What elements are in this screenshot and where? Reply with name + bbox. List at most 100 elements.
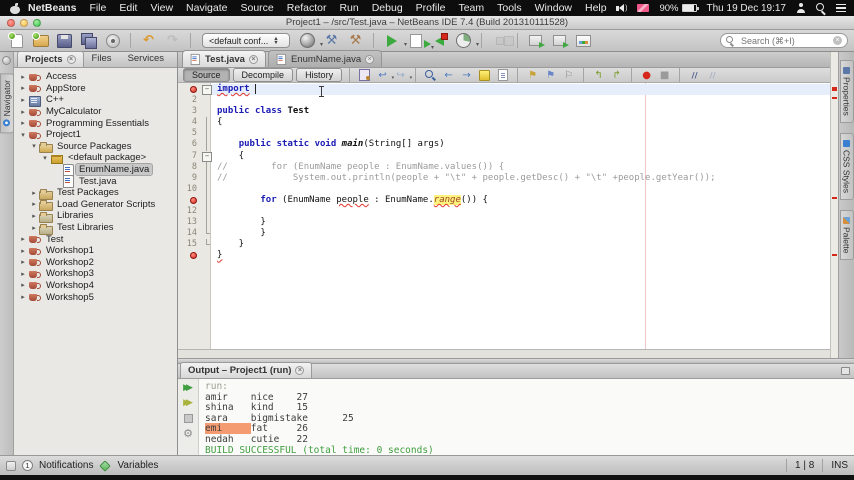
undo-button[interactable]: ↶ xyxy=(138,31,159,50)
tree-item-appstore[interactable]: ▸ AppStore xyxy=(14,83,177,95)
close-icon[interactable]: × xyxy=(295,366,305,375)
ant-settings-button[interactable]: ⚙ xyxy=(181,427,196,440)
tab-services[interactable]: Services xyxy=(120,50,172,67)
expand-arrow-icon[interactable]: ▸ xyxy=(18,84,28,92)
apply-code-changes-button[interactable] xyxy=(429,31,450,50)
tree-item-default-package[interactable]: ▾ <default package> xyxy=(14,152,177,164)
error-badge-icon[interactable] xyxy=(190,86,197,93)
expand-arrow-icon[interactable]: ▸ xyxy=(29,224,39,232)
gutter-line-12[interactable]: 12 xyxy=(178,206,200,217)
tree-item-test-java[interactable]: Test.java xyxy=(14,175,177,189)
code-line-14[interactable]: 14 } xyxy=(178,228,830,239)
notification-count-badge[interactable]: 1 xyxy=(22,460,33,471)
menu-netbeans[interactable]: NetBeans xyxy=(28,2,76,14)
code-line-4[interactable]: 4{ xyxy=(178,117,830,129)
error-stripe-mark[interactable] xyxy=(832,97,837,99)
toggle-highlight-icon[interactable] xyxy=(477,69,492,82)
user-account-icon[interactable] xyxy=(796,3,806,13)
expand-arrow-icon[interactable]: ▸ xyxy=(29,200,39,208)
collapse-arrow-icon[interactable]: ▾ xyxy=(18,131,28,139)
shift-right-icon[interactable]: ↱ xyxy=(609,69,624,82)
code-line-16[interactable]: } xyxy=(178,250,830,261)
tree-item-workshop5[interactable]: ▸ Workshop5 xyxy=(14,291,177,303)
shift-left-icon[interactable]: ↰ xyxy=(591,69,606,82)
tree-item-project1[interactable]: ▾ Project1 xyxy=(14,129,177,141)
menubar-clock[interactable]: Thu 19 Dec 19:17 xyxy=(707,3,787,14)
tree-item-workshop4[interactable]: ▸ Workshop4 xyxy=(14,280,177,292)
code-line-11[interactable]: for (EnumName people : EnumName.range())… xyxy=(178,194,830,207)
code-line-13[interactable]: 13 } xyxy=(178,217,830,229)
profile-project-button[interactable] xyxy=(453,31,479,50)
vcs-update-button[interactable] xyxy=(525,31,546,50)
gutter-line-11[interactable] xyxy=(178,195,200,206)
close-icon[interactable]: × xyxy=(248,54,258,64)
expand-arrow-icon[interactable]: ▸ xyxy=(18,235,28,243)
tree-item-libraries[interactable]: ▸ Libraries xyxy=(14,210,177,223)
tree-item-access[interactable]: ▸ Access xyxy=(14,71,177,83)
menu-team[interactable]: Team xyxy=(458,2,484,14)
record-macro-icon[interactable]: ● xyxy=(639,69,654,82)
maximize-panel-icon[interactable] xyxy=(841,367,850,375)
code-line-15[interactable]: 15 } xyxy=(178,239,830,250)
keyboard-layout-flag-icon[interactable] xyxy=(637,4,650,12)
code-line-9[interactable]: 9 // System.out.println(people + "\t" + p… xyxy=(178,172,830,184)
expand-arrow-icon[interactable]: ▸ xyxy=(18,270,28,278)
tab-navigator[interactable]: Navigator xyxy=(0,73,14,134)
tab-files[interactable]: Files xyxy=(84,50,120,67)
new-file-button[interactable] xyxy=(6,31,27,50)
tab-palette[interactable]: Palette xyxy=(839,209,854,261)
tree-item-programming-essentials[interactable]: ▸ Programming Essentials xyxy=(14,117,177,129)
expand-arrow-icon[interactable]: ▸ xyxy=(18,96,28,104)
notifications-label[interactable]: Notifications xyxy=(39,460,93,471)
tab-projects[interactable]: Projects × xyxy=(17,51,84,67)
tab-output[interactable]: Output – Project1 (run) × xyxy=(180,362,313,378)
insert-mode-indicator[interactable]: INS xyxy=(831,460,848,471)
expand-arrow-icon[interactable]: ▸ xyxy=(18,281,28,289)
spotlight-icon[interactable] xyxy=(816,3,826,13)
history-view-button[interactable]: History xyxy=(296,68,343,82)
menu-source[interactable]: Source xyxy=(240,2,273,14)
code-line-2[interactable]: 2 xyxy=(178,95,830,106)
forward-icon[interactable]: ↪ xyxy=(393,69,412,82)
tree-item-source-packages[interactable]: ▾ Source Packages xyxy=(14,141,177,154)
gutter-line-2[interactable]: 2 xyxy=(178,95,200,106)
expand-arrow-icon[interactable]: ▸ xyxy=(18,119,28,127)
error-stripe-mark[interactable] xyxy=(832,197,837,199)
tree-item-mycalculator[interactable]: ▸ MyCalculator xyxy=(14,106,177,118)
tree-item-test-packages[interactable]: ▸ Test Packages xyxy=(14,187,177,200)
config-select[interactable]: <default conf... ▲ ▼ xyxy=(202,33,290,48)
error-badge-icon[interactable] xyxy=(190,252,197,260)
gutter-line-13[interactable]: 13 xyxy=(178,217,200,228)
menu-window[interactable]: Window xyxy=(535,2,572,14)
code-fold-icon[interactable] xyxy=(200,151,212,162)
gutter-line-8[interactable]: 8 xyxy=(178,162,200,173)
gutter-line-3[interactable]: 3 xyxy=(178,106,200,117)
source-view-button[interactable]: Source xyxy=(183,68,230,82)
tree-item-test[interactable]: ▸ Test xyxy=(14,233,177,245)
gutter-line-6[interactable]: 6 xyxy=(178,139,200,150)
code-line-8[interactable]: 8 // for (EnumName people : EnumName.valu… xyxy=(178,161,830,173)
expand-arrow-icon[interactable]: ▸ xyxy=(29,212,39,220)
comment-icon[interactable] xyxy=(687,69,702,82)
code-line-7[interactable]: 7 { xyxy=(178,151,830,162)
rerun-with-profiling-button[interactable]: ▶▶ xyxy=(181,397,196,409)
clear-search-icon[interactable]: × xyxy=(833,36,842,45)
stop-macro-icon[interactable]: ■ xyxy=(657,69,672,82)
menu-edit[interactable]: Edit xyxy=(119,2,137,14)
collapse-arrow-icon[interactable]: ▾ xyxy=(40,154,50,162)
tree-item-enumname-java[interactable]: EnumName.java xyxy=(14,163,177,177)
menu-refactor[interactable]: Refactor xyxy=(287,2,327,14)
code-fold-icon[interactable] xyxy=(200,84,212,96)
gutter-line-15[interactable]: 15 xyxy=(178,239,200,250)
debug-project-button[interactable] xyxy=(405,31,431,50)
vcs-commit-button[interactable] xyxy=(549,31,570,50)
back-icon[interactable]: ↩ xyxy=(375,69,394,82)
build-with-dependencies-button[interactable] xyxy=(297,31,323,50)
next-bookmark-icon[interactable]: ⚑ xyxy=(543,69,558,82)
run-project-button[interactable] xyxy=(381,31,407,50)
tree-item-workshop1[interactable]: ▸ Workshop1 xyxy=(14,245,177,257)
uncomment-icon[interactable] xyxy=(705,69,720,82)
decompile-view-button[interactable]: Decompile xyxy=(232,68,294,82)
redo-button[interactable]: ↷ xyxy=(162,31,183,50)
gutter-line-16[interactable] xyxy=(178,250,200,261)
